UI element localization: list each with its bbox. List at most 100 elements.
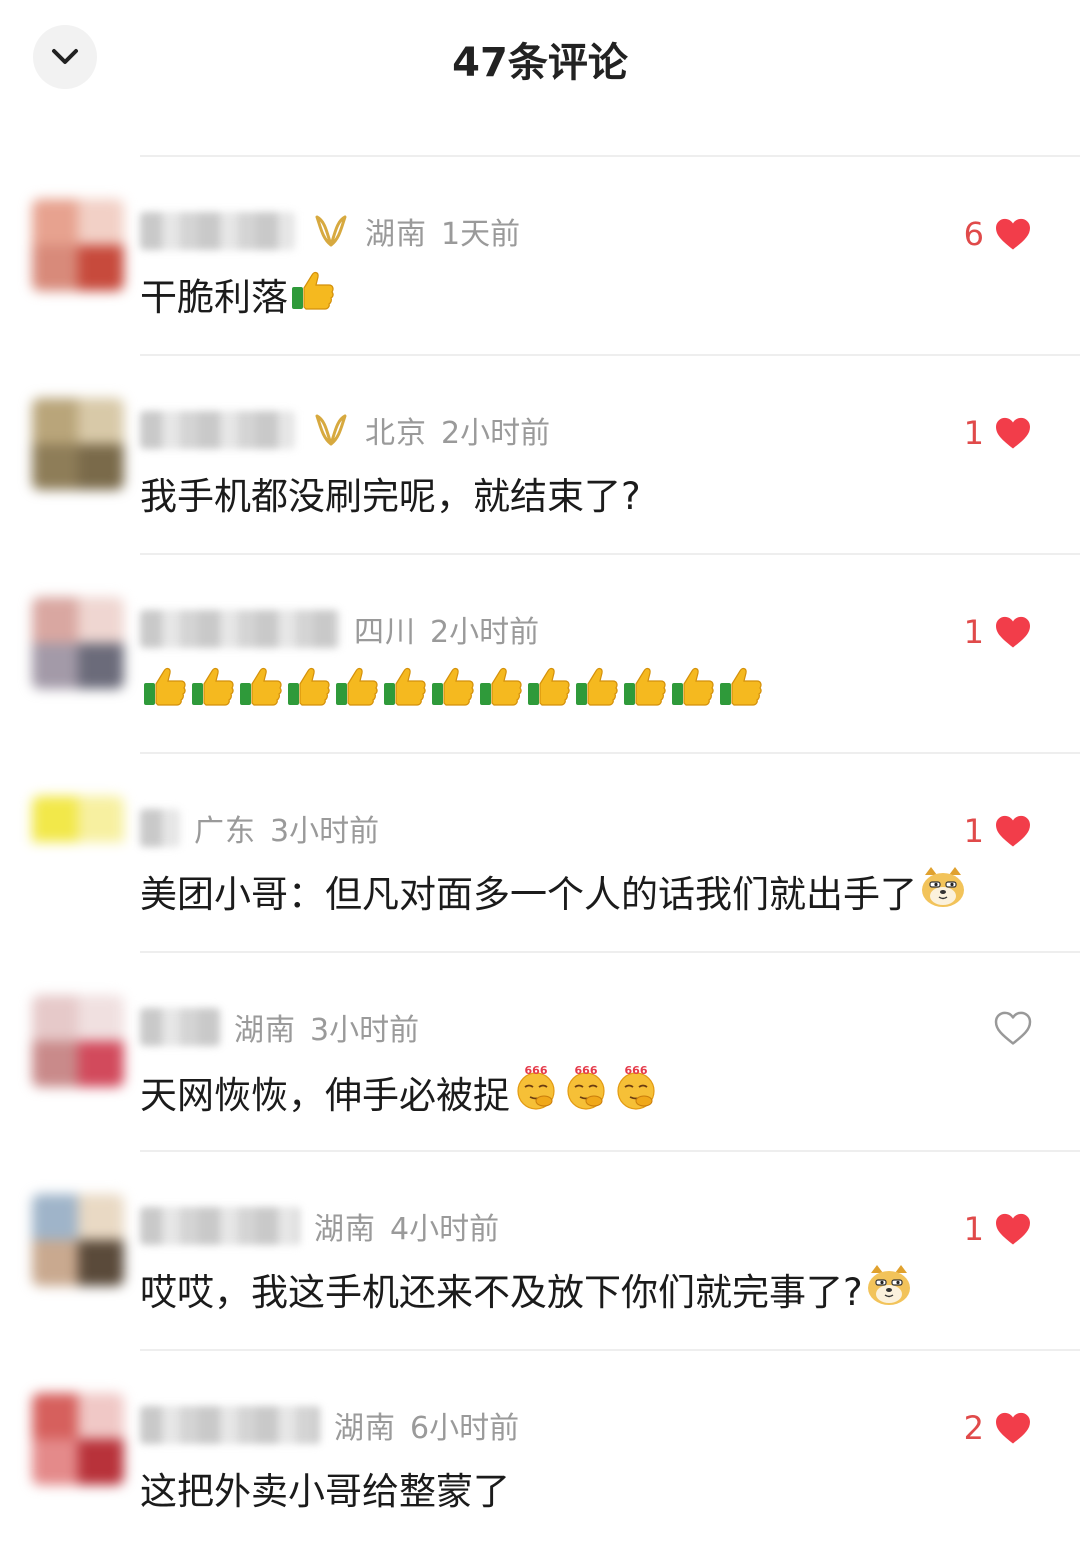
thumbs-up-emoji — [336, 667, 378, 706]
location-label: 四川 — [354, 615, 416, 650]
location-label: 湖南 — [234, 1013, 296, 1048]
comment-body: 我手机都没刷完呢，就结束了? — [140, 475, 641, 518]
avatar[interactable] — [32, 995, 124, 1087]
comment-meta: 湖南 3小时前 — [140, 1005, 419, 1049]
emoji-group — [863, 1263, 913, 1316]
comment-item: 湖南 6小时前 这把外卖小哥给整蒙了 2 — [32, 1349, 1080, 1548]
thumbs-up-emoji — [528, 667, 570, 706]
comment-item: 北京 2小时前 我手机都没刷完呢，就结束了? 1 — [32, 354, 1080, 553]
svg-text:666: 666 — [525, 1064, 548, 1077]
time-label: 2小时前 — [430, 615, 540, 650]
badge — [311, 211, 351, 251]
heart-icon — [996, 1412, 1030, 1444]
comments-header: 47条评论 — [0, 0, 1080, 120]
avatar[interactable] — [32, 597, 124, 689]
thumbs-up-emoji — [192, 667, 234, 706]
avatar[interactable] — [32, 398, 124, 490]
username-blurred[interactable] — [140, 212, 295, 250]
comment-item: 湖南 4小时前 哎哎，我这手机还来不及放下你们就完事了? 1 — [32, 1150, 1080, 1349]
comment-list: 湖南 1天前 干脆利落 6 北京 2小时前 我手机都没刷完呢，就结束了? 1 四… — [0, 155, 1080, 1548]
heart-icon — [994, 1011, 1032, 1045]
heart-icon — [996, 218, 1030, 250]
avatar[interactable] — [32, 199, 124, 291]
like-button[interactable]: 1 — [964, 812, 1032, 850]
location-label: 湖南 — [314, 1212, 376, 1247]
comment-meta: 四川 2小时前 — [140, 607, 539, 651]
location-label: 北京 — [365, 416, 427, 451]
avatar[interactable] — [32, 1393, 124, 1485]
thumbs-up-emoji — [240, 667, 282, 706]
emoji-group: 666 666 666 — [510, 1063, 660, 1120]
badge — [311, 410, 351, 450]
thumbs-up-emoji — [144, 667, 186, 706]
heart-icon — [996, 417, 1030, 449]
heart-icon — [996, 815, 1030, 847]
like-count: 1 — [963, 812, 984, 850]
svg-text:666: 666 — [575, 1064, 598, 1077]
like-count: 1 — [963, 613, 984, 651]
username-blurred[interactable] — [140, 809, 180, 847]
thumbs-up-emoji — [432, 667, 474, 706]
comment-body: 天网恢恢，伸手必被捉 — [140, 1073, 510, 1117]
username-blurred[interactable] — [140, 1008, 220, 1046]
heart-icon — [996, 1213, 1030, 1245]
doge-emoji — [867, 1264, 910, 1305]
comment-body: 美团小哥：但凡对面多一个人的话我们就出手了 — [140, 873, 917, 916]
like-button[interactable]: 1 — [964, 414, 1032, 452]
like-count: 1 — [963, 1210, 984, 1248]
like-button[interactable]: 1 — [964, 1210, 1032, 1248]
doge-emoji — [922, 866, 964, 907]
avatar[interactable] — [32, 1194, 124, 1286]
thumbs-up-emoji — [292, 271, 334, 310]
like-button[interactable]: 6 — [964, 215, 1032, 253]
comment-item: 湖南 3小时前 天网恢恢，伸手必被捉 666 666 666 — [32, 951, 1080, 1150]
time-label: 1天前 — [441, 217, 521, 252]
avatar[interactable] — [32, 796, 124, 888]
username-blurred[interactable] — [140, 411, 295, 449]
666-face-emoji: 666 — [567, 1064, 605, 1110]
thumbs-up-emoji — [720, 667, 762, 706]
comment-text: 天网恢恢，伸手必被捉 666 666 666 — [140, 1063, 660, 1120]
fan-badge-icon — [315, 414, 347, 446]
thumbs-up-emoji — [384, 667, 426, 706]
username-blurred[interactable] — [140, 1406, 320, 1444]
like-button[interactable]: 2 — [964, 1409, 1032, 1447]
location-label: 湖南 — [334, 1411, 396, 1446]
comment-body: 干脆利落 — [140, 276, 288, 319]
thumbs-up-emoji — [288, 667, 330, 706]
time-label: 2小时前 — [441, 416, 551, 451]
comment-meta: 湖南 6小时前 — [140, 1403, 519, 1447]
comment-item: 湖南 1天前 干脆利落 6 — [32, 155, 1080, 354]
like-button[interactable]: 1 — [964, 613, 1032, 651]
comment-body: 这把外卖小哥给整蒙了 — [140, 1470, 510, 1513]
location-label: 广东 — [194, 814, 256, 849]
comment-text — [140, 665, 764, 716]
svg-text:666: 666 — [625, 1064, 648, 1077]
comment-meta: 湖南 4小时前 — [140, 1204, 499, 1248]
emoji-group — [288, 269, 336, 320]
comment-item: 广东 3小时前 美团小哥：但凡对面多一个人的话我们就出手了 1 — [32, 752, 1080, 951]
username-blurred[interactable] — [140, 610, 340, 648]
666-face-emoji: 666 — [617, 1064, 655, 1110]
like-count: 2 — [963, 1409, 984, 1447]
comment-meta: 北京 2小时前 — [140, 408, 550, 452]
thumbs-up-emoji — [624, 667, 666, 706]
comment-body: 哎哎，我这手机还来不及放下你们就完事了? — [140, 1271, 863, 1314]
666-face-emoji: 666 — [517, 1064, 555, 1110]
time-label: 3小时前 — [270, 814, 380, 849]
heart-icon — [996, 616, 1030, 648]
like-count: 6 — [963, 215, 984, 253]
thumbs-up-emoji — [672, 667, 714, 706]
thumbs-up-emoji — [480, 667, 522, 706]
comment-item: 四川 2小时前 1 — [32, 553, 1080, 752]
time-label: 6小时前 — [410, 1411, 520, 1446]
comment-text: 哎哎，我这手机还来不及放下你们就完事了? — [140, 1262, 913, 1316]
fan-badge-icon — [315, 215, 347, 247]
comment-meta: 湖南 1天前 — [140, 209, 520, 253]
comment-text: 干脆利落 — [140, 267, 336, 321]
username-blurred[interactable] — [140, 1207, 300, 1245]
like-button[interactable] — [984, 1011, 1032, 1045]
page-title: 47条评论 — [452, 40, 628, 86]
comment-meta: 广东 3小时前 — [140, 806, 379, 850]
like-count: 1 — [963, 414, 984, 452]
